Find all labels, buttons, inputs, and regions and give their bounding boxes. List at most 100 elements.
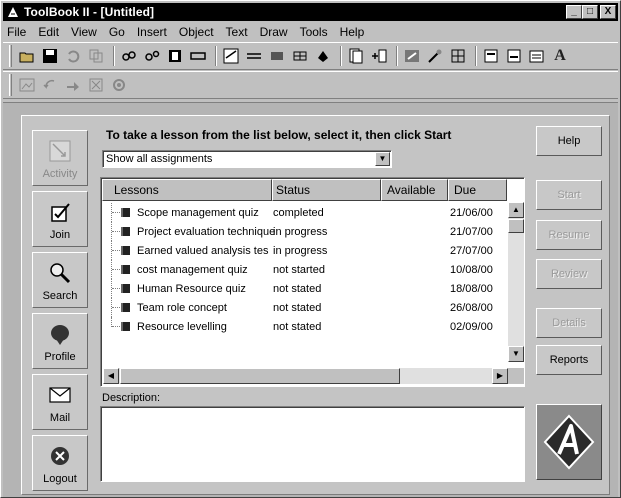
unlink-icon[interactable] bbox=[142, 46, 162, 66]
link-icon[interactable] bbox=[119, 46, 139, 66]
book-properties-icon[interactable] bbox=[504, 46, 524, 66]
table-row[interactable]: Scope management quiz completed 21/06/00 bbox=[103, 203, 507, 222]
menu-insert[interactable]: Insert bbox=[137, 25, 167, 39]
open-icon[interactable] bbox=[17, 46, 37, 66]
menu-edit[interactable]: Edit bbox=[38, 25, 59, 39]
close-button[interactable]: X bbox=[600, 5, 616, 19]
book-icon bbox=[121, 265, 130, 274]
menu-go[interactable]: Go bbox=[109, 25, 125, 39]
minimize-button[interactable]: _ bbox=[566, 5, 582, 19]
lesson-name: cost management quiz bbox=[137, 263, 248, 276]
book-icon bbox=[121, 322, 130, 331]
details-button[interactable]: Details bbox=[536, 308, 602, 338]
lesson-due: 02/09/00 bbox=[450, 320, 493, 333]
table-row[interactable]: Project evaluation technique in progress… bbox=[103, 222, 507, 241]
help-button[interactable]: Help bbox=[536, 126, 602, 156]
toolbar-separator bbox=[113, 46, 115, 66]
vertical-scrollbar[interactable]: ▲ ▼ bbox=[508, 202, 524, 362]
menu-draw[interactable]: Draw bbox=[260, 25, 288, 39]
lesson-status: not stated bbox=[273, 320, 322, 333]
catalog-icon[interactable] bbox=[402, 46, 422, 66]
main-toolbar: A bbox=[3, 42, 618, 70]
table-row[interactable]: Team role concept not stated 26/08/00 bbox=[103, 298, 507, 317]
book-icon bbox=[121, 284, 130, 293]
search-button[interactable]: Search bbox=[32, 252, 88, 308]
scroll-up-icon[interactable]: ▲ bbox=[508, 202, 524, 218]
horizontal-scroll-thumb[interactable] bbox=[120, 368, 400, 384]
column-header-available[interactable]: Available bbox=[381, 179, 448, 201]
record-icon[interactable] bbox=[165, 46, 185, 66]
table-row[interactable]: Human Resource quiz not stated 18/08/00 bbox=[103, 279, 507, 298]
list-header: Lessons Status Available Due bbox=[102, 179, 507, 201]
vertical-scroll-thumb[interactable] bbox=[508, 219, 524, 233]
save-icon[interactable] bbox=[40, 46, 60, 66]
stop-icon[interactable] bbox=[86, 75, 106, 95]
menu-help[interactable]: Help bbox=[340, 25, 365, 39]
menu-file[interactable]: File bbox=[7, 25, 26, 39]
column-header-due[interactable]: Due bbox=[448, 179, 507, 201]
title-bar[interactable]: ToolBook II - [Untitled] _ □ X bbox=[3, 3, 618, 21]
profile-button[interactable]: Profile bbox=[32, 313, 88, 369]
search-icon bbox=[46, 259, 74, 287]
toolbar-grip[interactable] bbox=[9, 74, 12, 96]
table-row[interactable]: Resource levelling not stated 02/09/00 bbox=[103, 317, 507, 336]
wizard-icon[interactable] bbox=[425, 46, 445, 66]
book-icon bbox=[121, 303, 130, 312]
line-icon[interactable] bbox=[244, 46, 264, 66]
resume-button[interactable]: Resume bbox=[536, 220, 602, 250]
scroll-left-icon[interactable]: ◀ bbox=[103, 368, 119, 384]
toolbook-app-icon bbox=[5, 4, 21, 20]
toolbar-grip[interactable] bbox=[9, 45, 12, 67]
grid-icon[interactable] bbox=[448, 46, 468, 66]
undo-icon[interactable] bbox=[63, 46, 83, 66]
page-icon[interactable] bbox=[346, 46, 366, 66]
lesson-due: 27/07/00 bbox=[450, 244, 493, 257]
scrollbar-corner bbox=[508, 368, 524, 384]
activity-button[interactable]: Activity bbox=[32, 130, 88, 186]
menu-view[interactable]: View bbox=[71, 25, 97, 39]
review-button[interactable]: Review bbox=[536, 259, 602, 289]
mail-button[interactable]: Mail bbox=[32, 374, 88, 430]
fill-icon[interactable] bbox=[267, 46, 287, 66]
copy-icon[interactable] bbox=[86, 46, 106, 66]
menu-object[interactable]: Object bbox=[179, 25, 214, 39]
paint-icon[interactable] bbox=[313, 46, 333, 66]
properties-icon[interactable] bbox=[481, 46, 501, 66]
back-icon[interactable] bbox=[40, 75, 60, 95]
add-page-icon[interactable] bbox=[369, 46, 389, 66]
lessons-list[interactable]: Lessons Status Available Due Scope manag… bbox=[100, 177, 525, 387]
image-icon[interactable] bbox=[17, 75, 37, 95]
forward-icon[interactable] bbox=[63, 75, 83, 95]
text-properties-icon[interactable] bbox=[527, 46, 547, 66]
assignment-filter-dropdown[interactable]: Show all assignments ▼ bbox=[102, 150, 392, 168]
lesson-status: not stated bbox=[273, 301, 322, 314]
maximize-button[interactable]: □ bbox=[582, 5, 598, 19]
logout-button[interactable]: Logout bbox=[32, 435, 88, 491]
horizontal-scrollbar[interactable]: ◀ ▶ bbox=[103, 368, 508, 384]
scroll-down-icon[interactable]: ▼ bbox=[508, 346, 524, 362]
secondary-toolbar bbox=[3, 71, 618, 99]
pattern-icon[interactable] bbox=[290, 46, 310, 66]
column-header-status[interactable]: Status bbox=[272, 179, 381, 201]
toolbar-separator bbox=[396, 46, 398, 66]
description-field[interactable] bbox=[100, 406, 525, 482]
menu-tools[interactable]: Tools bbox=[300, 25, 328, 39]
menu-text[interactable]: Text bbox=[226, 25, 248, 39]
lesson-name: Scope management quiz bbox=[137, 206, 259, 219]
lesson-stage: Activity Join Search Profile Mail Logout… bbox=[21, 115, 610, 495]
settings-icon[interactable] bbox=[109, 75, 129, 95]
join-button[interactable]: Join bbox=[32, 191, 88, 247]
checkbox-draw-icon[interactable] bbox=[221, 46, 241, 66]
join-label: Join bbox=[49, 229, 71, 241]
font-icon[interactable]: A bbox=[550, 46, 570, 66]
chevron-down-icon[interactable]: ▼ bbox=[375, 152, 390, 166]
scroll-right-icon[interactable]: ▶ bbox=[492, 368, 508, 384]
lesson-status: completed bbox=[273, 206, 324, 219]
reports-button[interactable]: Reports bbox=[536, 345, 602, 375]
column-header-lessons[interactable]: Lessons bbox=[102, 179, 272, 201]
start-button[interactable]: Start bbox=[536, 180, 602, 210]
table-row[interactable]: Earned valued analysis tes in progress 2… bbox=[103, 241, 507, 260]
lesson-name: Earned valued analysis tes bbox=[137, 244, 269, 257]
table-row[interactable]: cost management quiz not started 10/08/0… bbox=[103, 260, 507, 279]
field-icon[interactable] bbox=[188, 46, 208, 66]
